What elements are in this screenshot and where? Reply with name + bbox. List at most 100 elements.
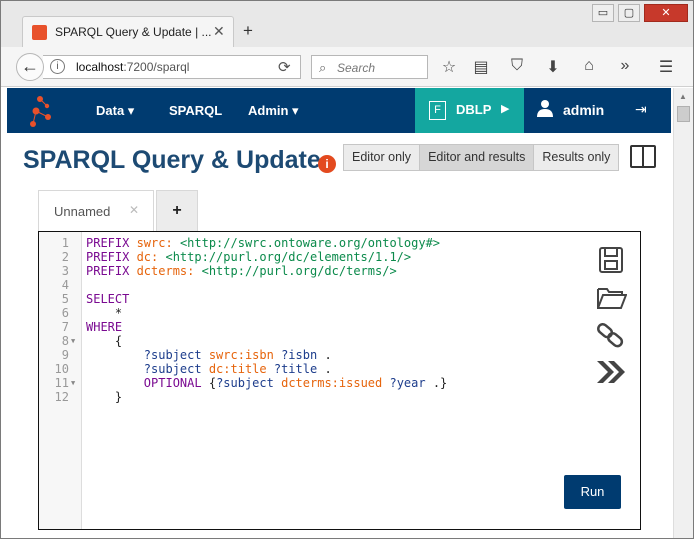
code-line[interactable]: 12 } <box>39 390 639 404</box>
query-editor[interactable]: 1 PREFIX swrc: <http://swrc.ontoware.org/… <box>38 231 641 530</box>
logout-icon[interactable]: ⇥ <box>635 101 647 118</box>
orientation-toggle-icon[interactable] <box>630 145 656 168</box>
page-scrollbar[interactable]: ▲ <box>673 88 693 538</box>
code-line[interactable]: 3 PREFIX dcterms: <http://purl.org/dc/ter… <box>39 264 639 278</box>
save-query-icon[interactable] <box>595 245 627 275</box>
line-number: 9 <box>61 348 69 362</box>
line-number: 7 <box>61 320 69 334</box>
browser-tab[interactable]: SPARQL Query & Update | ... ✕ <box>22 16 234 48</box>
query-tab-close-icon[interactable]: ✕ <box>129 203 139 217</box>
scroll-up-icon[interactable]: ▲ <box>679 92 687 101</box>
reading-list-icon[interactable]: ▤ <box>471 57 491 77</box>
code-text[interactable]: ?subject swrc:isbn ?isbn . <box>86 348 332 362</box>
code-text[interactable]: PREFIX dc: <http://purl.org/dc/elements/… <box>86 250 411 264</box>
browser-toolbar: i localhost:7200/sparql ⟳ ← ⌕ Search ☆ ▤… <box>1 47 693 87</box>
minimize-button[interactable]: ▭ <box>592 4 614 22</box>
code-text[interactable]: PREFIX dcterms: <http://purl.org/dc/term… <box>86 264 397 278</box>
editor-code[interactable]: 1 PREFIX swrc: <http://swrc.ontoware.org/… <box>39 236 639 404</box>
favicon-icon <box>32 25 47 40</box>
code-line[interactable]: 4 <box>39 278 639 292</box>
maximize-button[interactable]: ▢ <box>618 4 640 22</box>
download-icon[interactable]: ⬇ <box>543 57 563 77</box>
code-line[interactable]: 9 ?subject swrc:isbn ?isbn . <box>39 348 639 362</box>
line-number: 2 <box>61 250 69 264</box>
code-text[interactable]: OPTIONAL {?subject dcterms:issued ?year … <box>86 376 447 390</box>
repo-arrow-icon: ▶ <box>501 103 510 115</box>
scroll-thumb[interactable] <box>677 106 690 122</box>
browser-window: SPARQL Query & Update | ... ✕ + ▭ ▢ ✕ i … <box>0 0 694 539</box>
copy-link-icon[interactable] <box>595 320 627 350</box>
code-token: SELECT <box>86 292 130 306</box>
query-tab-name: Unnamed <box>54 204 111 219</box>
open-saved-queries-icon[interactable] <box>595 282 627 312</box>
code-text[interactable]: PREFIX swrc: <http://swrc.ontoware.org/o… <box>86 236 440 250</box>
line-number: 3 <box>61 264 69 278</box>
code-text[interactable]: * <box>86 306 122 320</box>
code-token: <http://purl.org/dc/terms/> <box>201 264 397 278</box>
info-icon[interactable]: i <box>318 155 336 173</box>
code-text[interactable]: WHERE <box>86 320 122 334</box>
pocket-icon[interactable]: ⛉ <box>507 57 527 75</box>
reload-icon[interactable]: ⟳ <box>278 58 291 76</box>
code-token: . <box>324 362 332 376</box>
menu-data[interactable]: Data ▾ <box>96 103 134 119</box>
browser-titlebar: SPARQL Query & Update | ... ✕ + ▭ ▢ ✕ <box>1 1 693 48</box>
line-number: 12 <box>54 390 69 404</box>
query-tab[interactable]: Unnamed ✕ <box>38 190 154 231</box>
code-line[interactable]: 11 ▼ OPTIONAL {?subject dcterms:issued ?y… <box>39 376 639 390</box>
tab-close-icon[interactable]: ✕ <box>213 23 225 40</box>
fold-toggle-icon[interactable]: ▼ <box>71 376 75 390</box>
user-name[interactable]: admin <box>563 102 604 118</box>
code-text[interactable]: } <box>86 390 122 404</box>
search-input[interactable]: ⌕ Search <box>311 55 428 79</box>
code-line[interactable]: 6 * <box>39 306 639 320</box>
url-text[interactable]: localhost:7200/sparql <box>76 60 189 74</box>
url-bar[interactable]: i localhost:7200/sparql ⟳ <box>43 55 301 79</box>
line-number: 5 <box>61 292 69 306</box>
code-line[interactable]: 1 PREFIX swrc: <http://swrc.ontoware.org/… <box>39 236 639 250</box>
line-number: 4 <box>61 278 69 292</box>
repository-selector[interactable]: F DBLP ▶ <box>415 88 524 133</box>
back-button[interactable]: ← <box>16 53 44 81</box>
code-line[interactable]: 7 WHERE <box>39 320 639 334</box>
code-token: { <box>86 334 123 348</box>
code-token: dcterms:issued <box>281 376 390 390</box>
window-close-button[interactable]: ✕ <box>644 4 688 22</box>
editor-and-results-button[interactable]: Editor and results <box>420 145 535 170</box>
run-button[interactable]: Run <box>564 475 621 509</box>
overflow-icon[interactable]: » <box>615 57 635 75</box>
new-tab-button[interactable]: + <box>243 21 253 41</box>
fold-toggle-icon[interactable]: ▼ <box>71 334 75 348</box>
code-token: dc: <box>136 250 166 264</box>
abbreviate-icon[interactable] <box>595 357 627 387</box>
code-token: PREFIX <box>86 264 137 278</box>
code-token: ?isbn <box>281 348 325 362</box>
code-token: <http://swrc.ontoware.org/ontology#> <box>179 236 441 250</box>
line-number: 11 <box>54 376 69 390</box>
code-token: WHERE <box>86 320 123 334</box>
hamburger-menu-icon[interactable]: ☰ <box>656 57 676 77</box>
code-token: swrc:isbn <box>208 348 282 362</box>
editor-only-button[interactable]: Editor only <box>344 145 421 170</box>
code-text[interactable]: ?subject dc:title ?title . <box>86 362 332 376</box>
menu-sparql[interactable]: SPARQL <box>169 103 222 118</box>
menu-admin[interactable]: Admin ▾ <box>248 103 299 119</box>
code-text[interactable]: { <box>86 334 122 348</box>
line-number: 10 <box>54 362 69 376</box>
results-only-button[interactable]: Results only <box>534 145 619 170</box>
code-line[interactable]: 5 SELECT <box>39 292 639 306</box>
code-line[interactable]: 2 PREFIX dc: <http://purl.org/dc/elements… <box>39 250 639 264</box>
graphdb-logo[interactable] <box>27 94 57 128</box>
code-line[interactable]: 8 ▼ { <box>39 334 639 348</box>
search-icon: ⌕ <box>319 60 327 75</box>
site-info-icon[interactable]: i <box>50 59 65 74</box>
code-text[interactable]: SELECT <box>86 292 129 306</box>
add-query-tab-button[interactable]: + <box>156 190 198 231</box>
code-token: ?subject <box>143 348 209 362</box>
bookmark-star-icon[interactable]: ☆ <box>439 57 459 77</box>
line-number: 8 <box>61 334 69 348</box>
code-line[interactable]: 10 ?subject dc:title ?title . <box>39 362 639 376</box>
code-token: PREFIX <box>86 236 137 250</box>
home-icon[interactable]: ⌂ <box>579 57 599 75</box>
